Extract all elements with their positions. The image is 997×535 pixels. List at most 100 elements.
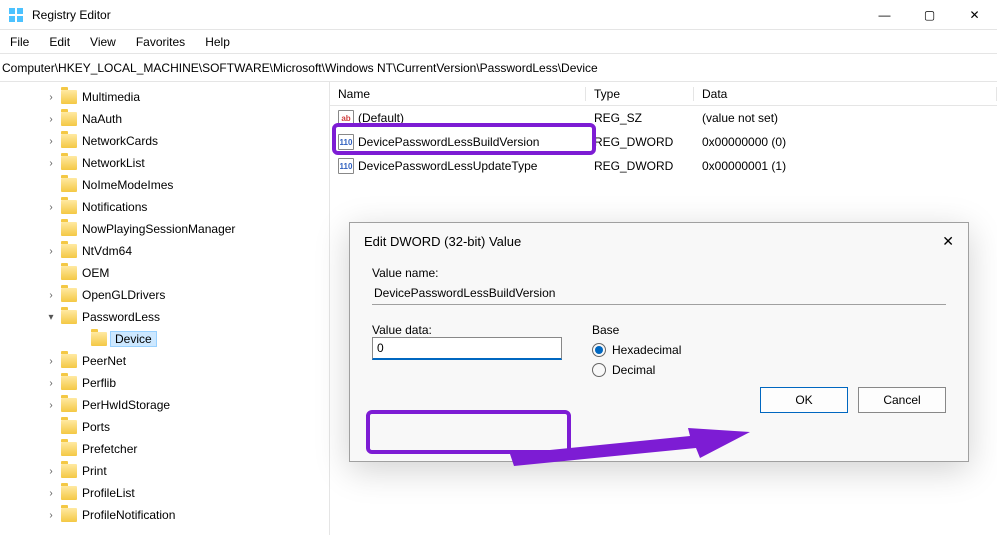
tree-label: NtVdm64 [80,244,134,258]
radio-hexadecimal[interactable]: Hexadecimal [592,343,946,357]
tree-item-profilelist[interactable]: › ProfileList [10,482,329,504]
value-type: REG_SZ [586,111,694,125]
tree-item-device[interactable]: ›Device [10,328,329,350]
folder-icon [61,244,77,258]
value-name-label: Value name: [372,266,946,280]
tree-label: NetworkList [80,156,147,170]
tree-item-opengldrivers[interactable]: › OpenGLDrivers [10,284,329,306]
dialog-close-button[interactable]: ✕ [942,233,954,250]
menu-view[interactable]: View [84,33,122,51]
chevron-icon[interactable]: › [44,510,58,521]
value-data: 0x00000000 (0) [694,135,997,149]
folder-icon [61,442,77,456]
chevron-icon[interactable]: › [44,466,58,477]
tree-item-ntvdm64[interactable]: › NtVdm64 [10,240,329,262]
chevron-icon[interactable]: › [44,378,58,389]
tree-item-noimemodeimes[interactable]: ›NoImeModeImes [10,174,329,196]
chevron-icon[interactable]: › [44,202,58,213]
tree-label: Prefetcher [80,442,139,456]
ok-button[interactable]: OK [760,387,848,413]
annotation-highlight-valuedata [366,410,571,454]
value-data: (value not set) [694,111,997,125]
menu-edit[interactable]: Edit [43,33,76,51]
tree-label: NetworkCards [80,134,160,148]
tree-item-print[interactable]: › Print [10,460,329,482]
tree-item-networkcards[interactable]: › NetworkCards [10,130,329,152]
folder-icon [61,420,77,434]
tree-item-notifications[interactable]: › Notifications [10,196,329,218]
base-label: Base [592,323,946,337]
tree-item-nowplayingsessionmanager[interactable]: ›NowPlayingSessionManager [10,218,329,240]
folder-icon [61,200,77,214]
tree-item-multimedia[interactable]: › Multimedia [10,86,329,108]
tree-item-networklist[interactable]: › NetworkList [10,152,329,174]
col-header-name[interactable]: Name [330,87,586,101]
folder-icon [61,288,77,302]
chevron-icon[interactable]: › [44,136,58,147]
tree-panel: ›Multimedia›NaAuth›NetworkCards›NetworkL… [0,82,330,535]
menu-favorites[interactable]: Favorites [130,33,191,51]
menu-file[interactable]: File [4,33,35,51]
value-binary-icon: 110 [338,158,354,174]
tree-item-passwordless[interactable]: ▾ PasswordLess [10,306,329,328]
annotation-highlight-value [332,123,596,155]
tree-item-perflib[interactable]: › Perflib [10,372,329,394]
tree-label: PerHwIdStorage [80,398,172,412]
maximize-button[interactable]: ▢ [907,0,952,30]
tree-label: PeerNet [80,354,128,368]
tree-label: ProfileList [80,486,137,500]
chevron-icon[interactable]: › [44,114,58,125]
tree-label: Device [110,331,157,347]
tree-item-ports[interactable]: ›Ports [10,416,329,438]
edit-dword-dialog: Edit DWORD (32-bit) Value ✕ Value name: … [349,222,969,462]
folder-icon [91,332,107,346]
chevron-icon[interactable]: ▾ [44,312,58,323]
radio-decimal[interactable]: Decimal [592,363,946,377]
tree-label: OEM [80,266,111,280]
tree-label: Print [80,464,109,478]
minimize-button[interactable]: — [862,0,907,30]
cancel-button[interactable]: Cancel [858,387,946,413]
radio-dot-icon [592,343,606,357]
tree-label: NowPlayingSessionManager [80,222,237,236]
col-header-data[interactable]: Data [694,87,997,101]
tree-label: Perflib [80,376,118,390]
chevron-icon[interactable]: › [44,488,58,499]
tree-item-peernet[interactable]: › PeerNet [10,350,329,372]
folder-icon [61,354,77,368]
close-button[interactable]: ✕ [952,0,997,30]
tree-item-naauth[interactable]: ›NaAuth [10,108,329,130]
regedit-icon [8,7,24,23]
chevron-icon[interactable]: › [44,92,58,103]
menu-bar: File Edit View Favorites Help [0,30,997,54]
address-path[interactable]: Computer\HKEY_LOCAL_MACHINE\SOFTWARE\Mic… [2,61,995,75]
radio-circle-icon [592,363,606,377]
folder-icon [61,112,77,126]
dialog-title: Edit DWORD (32-bit) Value [364,234,521,249]
tree-item-perhwidstorage[interactable]: › PerHwIdStorage [10,394,329,416]
value-row[interactable]: 110DevicePasswordLessUpdateTypeREG_DWORD… [330,154,997,178]
folder-icon [61,486,77,500]
value-data-input[interactable] [372,337,562,360]
menu-help[interactable]: Help [199,33,236,51]
tree-label: Notifications [80,200,149,214]
folder-icon [61,508,77,522]
folder-icon [61,376,77,390]
folder-icon [61,90,77,104]
folder-icon [61,310,77,324]
tree-label: Ports [80,420,112,434]
tree-item-prefetcher[interactable]: ›Prefetcher [10,438,329,460]
chevron-icon[interactable]: › [44,356,58,367]
folder-icon [61,178,77,192]
chevron-icon[interactable]: › [44,158,58,169]
chevron-icon[interactable]: › [44,246,58,257]
chevron-icon[interactable]: › [44,400,58,411]
tree-label: OpenGLDrivers [80,288,167,302]
tree-label: Multimedia [80,90,142,104]
tree-item-oem[interactable]: ›OEM [10,262,329,284]
folder-icon [61,266,77,280]
tree-label: PasswordLess [80,310,162,324]
chevron-icon[interactable]: › [44,290,58,301]
col-header-type[interactable]: Type [586,87,694,101]
tree-item-profilenotification[interactable]: ›ProfileNotification [10,504,329,526]
